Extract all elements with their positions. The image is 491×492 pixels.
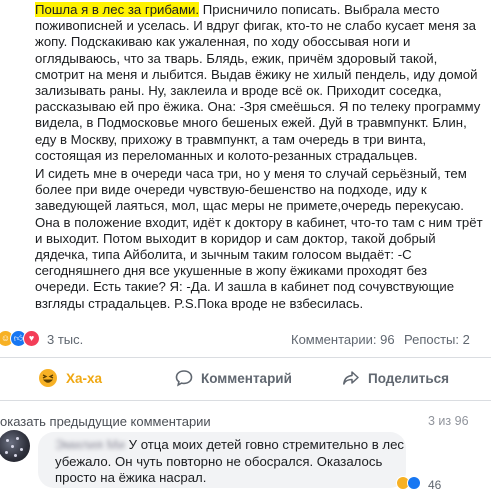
like-icon: [407, 476, 421, 490]
share-label: Поделиться: [368, 370, 450, 386]
post-text: Пошла я в лес за грибами. Присничило поп…: [35, 2, 483, 314]
share-button[interactable]: Поделиться: [342, 362, 449, 394]
love-icon: ♥: [23, 330, 40, 347]
comment-text: Эмилия Ми У отца моих детей говно стреми…: [55, 437, 405, 487]
comments-count[interactable]: Комментарии: 96: [291, 332, 395, 347]
haha-icon: [39, 369, 57, 387]
divider: [0, 357, 491, 358]
comment-reaction-count: 46: [428, 478, 442, 492]
comment-button[interactable]: Комментарий: [175, 362, 292, 394]
haha-button[interactable]: Ха-ха: [38, 362, 102, 394]
share-icon: [343, 371, 359, 385]
shares-count[interactable]: Репосты: 2: [404, 332, 470, 347]
post-paragraph-2: И сидеть мне в очереди часа три, но у ме…: [35, 166, 483, 311]
comment-author[interactable]: Эмилия Ми: [55, 437, 125, 454]
reaction-count[interactable]: 3 тыс.: [47, 332, 83, 347]
highlighted-text: Пошла я в лес за грибами.: [35, 2, 200, 17]
comment-label: Комментарий: [201, 370, 292, 386]
haha-label: Ха-ха: [66, 370, 103, 386]
comments-counter: 3 из 96: [428, 414, 469, 428]
divider: [0, 400, 491, 401]
post-paragraph-1: Пошла я в лес за грибами. Присничило поп…: [35, 2, 483, 164]
post-paragraph-1-text: Присничило пописать. Выбрала место пожив…: [35, 2, 481, 163]
avatar[interactable]: [0, 430, 30, 462]
post-actions: Ха-ха Комментарий Поделиться: [0, 362, 491, 394]
show-previous-comments-link[interactable]: оказать предыдущие комментарии: [0, 414, 211, 429]
prev-comments-label: оказать предыдущие комментарии: [0, 414, 211, 429]
reactions-summary: ☺ 👍︎ ♥ 3 тыс. Комментарии: 96 Репосты: 2: [0, 330, 491, 350]
comment-icon: [175, 370, 193, 387]
